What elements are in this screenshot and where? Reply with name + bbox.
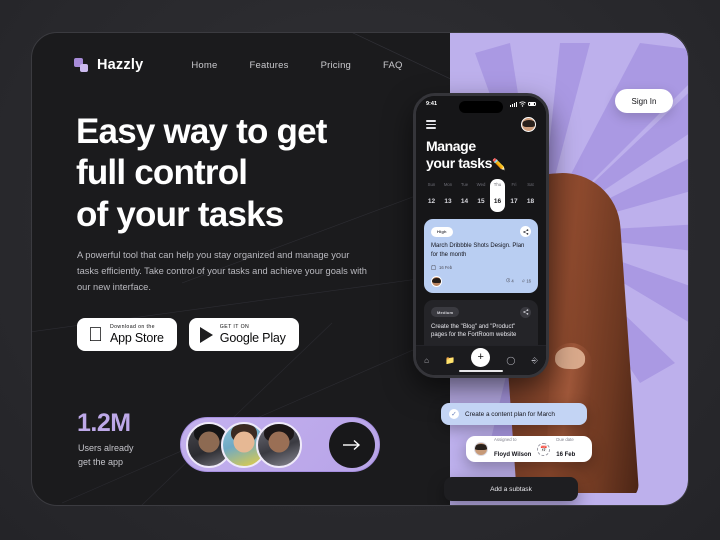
pencil-icon: ✏️ <box>492 158 506 171</box>
comment-icon <box>505 278 510 283</box>
add-subtask-button[interactable]: Add a subtask <box>444 477 578 501</box>
chat-icon[interactable]: ◯ <box>506 356 515 365</box>
apple-icon:  <box>88 325 103 345</box>
phone-mockup: 9:41 Manage your tasks✏️ Sun 12 Mon 13 T… <box>413 93 549 378</box>
profile-icon[interactable]: ⎆ <box>531 356 537 366</box>
avatar <box>474 442 488 456</box>
add-task-button[interactable]: + <box>471 347 491 367</box>
signal-icon <box>509 101 517 107</box>
nav-links: Home Features Pricing FAQ <box>191 60 402 71</box>
phone-screen: 9:41 Manage your tasks✏️ Sun 12 Mon 13 T… <box>416 96 546 375</box>
calendar-day[interactable]: Tue 14 <box>457 179 472 212</box>
avatar <box>256 422 302 468</box>
calendar-day-selected[interactable]: Thu 16 <box>490 179 505 213</box>
navbar: Hazzly Home Features Pricing FAQ <box>74 57 414 73</box>
phone-title-line-1: Manage <box>426 138 476 154</box>
users-label-line-1: Users already <box>78 443 134 453</box>
headline-line-3: of your tasks <box>76 194 284 234</box>
brand-name: Hazzly <box>97 57 144 73</box>
avatar <box>431 275 442 287</box>
arrow-right-icon[interactable] <box>329 422 375 468</box>
nav-item-home[interactable]: Home <box>191 60 217 71</box>
users-count: 1.2M <box>77 409 131 437</box>
phone-title: Manage your tasks✏️ <box>416 132 546 171</box>
landing-page: Hazzly Home Features Pricing FAQ Easy wa… <box>0 0 720 540</box>
attachment-icon <box>521 279 525 283</box>
share-icon[interactable] <box>520 226 531 238</box>
nav-item-features[interactable]: Features <box>250 60 289 71</box>
home-icon[interactable]: ⌂ <box>424 356 429 365</box>
app-store-button[interactable]:  Download on the App Store <box>77 318 177 351</box>
task-title: Create the "Blog" and "Product" pages fo… <box>431 323 517 339</box>
calendar-day[interactable]: Fri 17 <box>507 179 522 212</box>
google-play-big: Google Play <box>204 330 286 345</box>
content-plan-card[interactable]: ✓ Create a content plan for March <box>441 403 587 425</box>
check-icon: ✓ <box>449 409 459 419</box>
calendar-icon <box>431 264 436 270</box>
headline-line-1: Easy way to get <box>76 112 327 151</box>
app-store-big: App Store <box>95 330 164 345</box>
folder-icon[interactable]: 📁 <box>445 356 455 365</box>
two-squares-icon <box>74 57 89 73</box>
priority-badge: High <box>431 226 453 237</box>
task-card[interactable]: High March Dribbble Shots Design. Plan f… <box>424 219 538 293</box>
google-play-button[interactable]: GET IT ON Google Play <box>188 318 299 351</box>
nav-item-pricing[interactable]: Pricing <box>321 60 351 71</box>
nav-item-faq[interactable]: FAQ <box>383 60 403 71</box>
headline-line-2: full control <box>76 153 248 193</box>
users-label-line-2: get the app <box>78 456 124 467</box>
calendar-day[interactable]: Sat 18 <box>523 179 538 212</box>
due-date-label: Due date <box>556 437 574 443</box>
calendar-day[interactable]: Mon 13 <box>441 179 456 212</box>
assigned-to-label: Assigned to <box>494 437 517 443</box>
home-indicator <box>459 369 503 372</box>
assigned-to: Assigned to Floyd Wilson <box>494 437 531 461</box>
content-plan-label: Create a content plan for March <box>465 410 555 418</box>
hamburger-icon[interactable] <box>426 120 436 129</box>
phone-title-line-2: your tasks <box>426 154 493 171</box>
wifi-icon <box>519 101 526 107</box>
calendar-strip: Sun 12 Mon 13 Tue 14 Wed 15 Thu 16 Fri 17 Sat 1… <box>416 171 546 213</box>
status-time: 9:41 <box>426 101 438 107</box>
calendar-day[interactable]: Sun 12 <box>424 179 439 212</box>
phone-notch <box>459 101 503 113</box>
user-avatar[interactable] <box>521 117 536 132</box>
calendar-day[interactable]: Wed 15 <box>474 179 489 212</box>
avatar-group-pill[interactable] <box>180 417 380 472</box>
calendar-icon: 📅 <box>537 442 551 456</box>
task-date: 16 Feb <box>431 265 531 270</box>
share-icon[interactable] <box>520 306 531 318</box>
google-play-icon <box>199 326 213 343</box>
priority-badge: Medium <box>431 307 460 318</box>
hero-card: Hazzly Home Features Pricing FAQ Easy wa… <box>31 32 689 506</box>
battery-icon <box>528 101 536 107</box>
due-date: Due date 16 Feb <box>556 437 575 461</box>
sign-in-button[interactable]: Sign In <box>615 89 673 113</box>
assigned-to-value: Floyd Wilson <box>494 451 532 458</box>
assignment-card[interactable]: Assigned to Floyd Wilson 📅 Due date 16 F… <box>466 436 592 462</box>
due-date-value: 16 Feb <box>556 451 576 458</box>
store-badges:  Download on the App Store GET IT ON Go… <box>77 318 299 351</box>
page-title: Easy way to get full control of your tas… <box>76 111 327 235</box>
hero-description: A powerful tool that can help you stay o… <box>77 250 367 292</box>
users-label: Users already get the app <box>78 442 134 470</box>
thumbnail <box>554 346 586 370</box>
brand[interactable]: Hazzly <box>74 57 143 73</box>
task-counts: 4 16 <box>505 278 531 284</box>
task-title: March Dribbble Shots Design. Plan for th… <box>431 243 525 258</box>
